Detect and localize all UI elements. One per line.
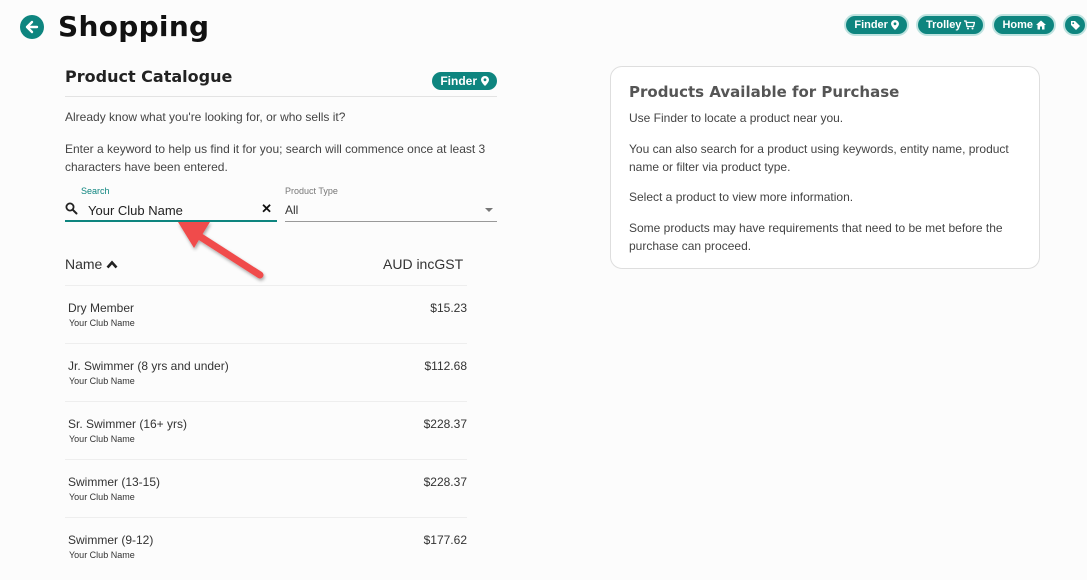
product-row[interactable]: Dry Member Your Club Name $15.23 [65,285,467,343]
map-pin-icon [890,20,899,30]
price-column-header[interactable]: AUD incGST [383,256,463,272]
trolley-nav-button[interactable]: Trolley [915,14,986,36]
finder-nav-label: Finder [854,19,888,31]
info-paragraph: You can also search for a product using … [629,142,1009,174]
product-club: Your Club Name [69,550,135,560]
info-paragraph: Use Finder to locate a product near you. [629,111,844,125]
product-club: Your Club Name [69,492,135,502]
home-icon [1036,20,1046,30]
finder-nav-button[interactable]: Finder [844,14,909,36]
product-price: $228.37 [423,475,467,489]
product-club: Your Club Name [69,434,135,444]
product-name: Dry Member [68,301,135,315]
catalogue-finder-button[interactable]: Finder [432,72,497,90]
product-row[interactable]: Swimmer (13-15) Your Club Name $228.37 [65,459,467,517]
product-row[interactable]: Swimmer (9-12) Your Club Name $177.62 [65,517,467,575]
catalogue-instructions: Enter a keyword to help us find it for y… [65,142,486,174]
product-price: $112.68 [424,359,468,373]
product-price: $228.37 [423,417,467,431]
product-row[interactable]: Jr. Swimmer (8 yrs and under) Your Club … [65,343,467,401]
chevron-down-icon [485,208,493,212]
product-club: Your Club Name [69,376,135,386]
tag-nav-button[interactable] [1063,14,1087,36]
divider [65,96,497,97]
back-button[interactable] [20,15,44,39]
info-paragraph: Select a product to view more informatio… [629,190,854,204]
info-paragraph: Some products may have requirements that… [629,221,1003,253]
tag-icon [1070,20,1080,30]
product-price: $15.23 [430,301,467,315]
search-input[interactable]: Your Club Name ✕ [65,198,277,222]
product-list: Dry Member Your Club Name $15.23 Jr. Swi… [65,285,467,575]
product-name: Swimmer (13-15) [68,475,161,489]
catalogue-intro: Already know what you're looking for, or… [65,110,346,124]
catalogue-title: Product Catalogue [65,67,233,86]
trolley-nav-label: Trolley [925,19,962,31]
home-nav-button[interactable]: Home [992,14,1056,36]
page-frame: Shopping Finder Trolley Home Product Cat… [0,0,1087,580]
search-value: Your Club Name [88,203,183,218]
top-nav: Finder Trolley Home [844,14,1087,36]
search-label: Search [81,186,110,196]
product-club: Your Club Name [69,318,135,328]
info-title: Products Available for Purchase [629,83,900,101]
arrow-left-icon [25,20,39,34]
product-name: Swimmer (9-12) [68,533,154,547]
name-column-label: Name [65,256,103,272]
search-icon [65,202,78,215]
home-nav-label: Home [1002,19,1033,31]
product-price: $177.62 [423,533,467,547]
clear-search-icon[interactable]: ✕ [261,201,272,217]
name-column-header[interactable]: Name [65,256,118,272]
product-row[interactable]: Sr. Swimmer (16+ yrs) Your Club Name $22… [65,401,467,459]
product-name: Sr. Swimmer (16+ yrs) [68,417,188,431]
map-pin-icon [481,76,489,86]
cart-icon [964,20,976,30]
product-name: Jr. Swimmer (8 yrs and under) [68,359,229,373]
catalogue-finder-label: Finder [440,74,477,88]
product-type-select[interactable]: All [285,198,497,222]
product-type-label: Product Type [285,186,338,196]
product-type-value: All [285,203,299,217]
page-title: Shopping [58,10,210,43]
products-info-card: Products Available for Purchase Use Find… [610,66,1040,269]
chevron-up-icon [106,260,118,268]
